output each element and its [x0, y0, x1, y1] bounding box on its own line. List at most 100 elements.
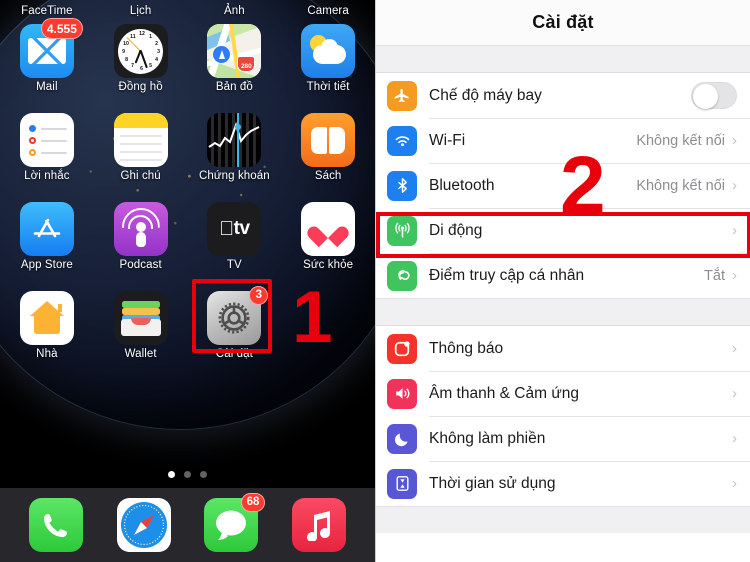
- app-row-2: Lời nhắc Ghi chú Chứng khoán Sách: [0, 113, 375, 182]
- phone-icon[interactable]: [28, 498, 83, 552]
- iphone-home-screen: FaceTime Lịch Ảnh Camera 4.555 Mail 12 1…: [0, 0, 375, 562]
- settings-row-label: Âm thanh & Cảm ứng: [429, 384, 579, 402]
- chevron-right-icon: ›: [732, 132, 737, 149]
- settings-row-airplane-mode[interactable]: Chế độ máy bay: [376, 73, 750, 118]
- page-dot-2[interactable]: [184, 471, 191, 478]
- do-not-disturb-moon-icon: [387, 423, 417, 454]
- app-cell-health[interactable]: Sức khỏe: [281, 202, 375, 271]
- tv-wordmark: tv: [226, 218, 250, 239]
- screenshot-root: FaceTime Lịch Ảnh Camera 4.555 Mail 12 1…: [0, 0, 750, 562]
- notes-icon-wrap[interactable]: [113, 113, 168, 167]
- settings-row-label: Bluetooth: [429, 176, 495, 194]
- app-cell-wallet[interactable]: Wallet: [94, 291, 188, 360]
- music-note-icon[interactable]: [292, 498, 347, 552]
- podcasts-icon-wrap[interactable]: [113, 202, 168, 256]
- dock-phone-wrap[interactable]: [28, 498, 83, 552]
- page-title: Cài đặt: [532, 12, 594, 32]
- settings-row-personal-hotspot[interactable]: Điểm truy cập cá nhân Tắt ›: [376, 253, 750, 298]
- app-label-books: Sách: [314, 170, 342, 182]
- podcasts-icon[interactable]: [113, 202, 168, 256]
- chevron-right-icon: ›: [732, 475, 737, 492]
- home-icon[interactable]: [19, 291, 74, 345]
- maps-icon[interactable]: 280: [207, 24, 262, 78]
- settings-row-label: Di động: [429, 221, 483, 239]
- app-cell: Lịch: [94, 2, 188, 17]
- settings-row-bluetooth[interactable]: Bluetooth Không kết nối ›: [376, 163, 750, 208]
- reminders-icon[interactable]: [19, 113, 74, 167]
- chevron-right-icon: ›: [732, 177, 737, 194]
- cellular-antenna-icon: [387, 215, 417, 246]
- app-cell-books[interactable]: Sách: [281, 113, 375, 182]
- page-dot-3[interactable]: [200, 471, 207, 478]
- page-dot-1[interactable]: [168, 471, 175, 478]
- health-icon[interactable]: [301, 202, 356, 256]
- airplane-icon: [387, 80, 417, 111]
- cut-off-app-row-labels: FaceTime Lịch Ảnh Camera: [0, 2, 375, 17]
- mail-icon-wrap[interactable]: 4.555: [19, 18, 83, 78]
- mail-badge: 4.555: [40, 18, 83, 39]
- settings-row-value: Tắt: [704, 267, 725, 284]
- wallet-icon-wrap[interactable]: [113, 291, 168, 345]
- app-cell-notes[interactable]: Ghi chú: [94, 113, 188, 182]
- dock-music-wrap[interactable]: [292, 498, 347, 552]
- settings-group-notifications: Thông báo › Âm thanh & Cảm ứng › Không l…: [376, 326, 750, 506]
- app-cell-podcasts[interactable]: Podcast: [94, 202, 188, 271]
- weather-icon[interactable]: [301, 24, 356, 78]
- settings-row-notifications[interactable]: Thông báo ›: [376, 326, 750, 371]
- app-label-stocks: Chứng khoán: [198, 170, 270, 182]
- app-label-podcasts: Podcast: [119, 259, 162, 271]
- notes-icon[interactable]: [113, 113, 168, 167]
- airplane-mode-toggle[interactable]: [691, 82, 737, 109]
- dock-safari-wrap[interactable]: [116, 498, 171, 552]
- maps-icon-wrap[interactable]: 280: [207, 24, 262, 78]
- weather-icon-wrap[interactable]: [301, 24, 356, 78]
- settings-row-wifi[interactable]: Wi-Fi Không kết nối ›: [376, 118, 750, 163]
- app-cell-tv[interactable]: tv TV: [188, 202, 282, 271]
- chevron-right-icon: ›: [732, 267, 737, 284]
- settings-row-sounds-haptics[interactable]: Âm thanh & Cảm ứng ›: [376, 371, 750, 416]
- safari-compass-icon[interactable]: [116, 498, 171, 552]
- books-icon[interactable]: [301, 113, 356, 167]
- settings-nav-bar: Cài đặt: [376, 0, 750, 46]
- toggle-knob: [693, 84, 718, 109]
- app-cell-settings[interactable]: 3 Cài đặt: [188, 286, 282, 360]
- page-dots[interactable]: [0, 471, 375, 478]
- app-cell-app-store[interactable]: App Store: [0, 202, 94, 271]
- clock-icon-wrap[interactable]: 12 1 2 3 4 5 6 7 8 9 10 11: [113, 24, 168, 78]
- tv-icon[interactable]: tv: [207, 202, 262, 256]
- app-label-home: Nhà: [36, 348, 58, 360]
- app-store-icon-wrap[interactable]: [19, 202, 74, 256]
- app-cell: Ảnh: [188, 2, 282, 17]
- group-spacer-top: [376, 46, 750, 73]
- app-cell-stocks[interactable]: Chứng khoán: [188, 113, 282, 182]
- app-label-weather: Thời tiết: [306, 81, 350, 93]
- app-label-app-store: App Store: [20, 259, 73, 271]
- app-store-icon[interactable]: [19, 202, 74, 256]
- dock: 68: [0, 488, 375, 562]
- app-cell-mail[interactable]: 4.555 Mail: [0, 18, 94, 93]
- app-label-clock: Đồng hồ: [118, 81, 163, 93]
- settings-icon-wrap[interactable]: 3: [207, 286, 269, 345]
- books-icon-wrap[interactable]: [301, 113, 356, 167]
- settings-row-label: Không làm phiền: [429, 429, 546, 447]
- wallet-icon[interactable]: [113, 291, 168, 345]
- app-label-wallet: Wallet: [124, 348, 157, 360]
- settings-row-do-not-disturb[interactable]: Không làm phiền ›: [376, 416, 750, 461]
- app-cell-clock[interactable]: 12 1 2 3 4 5 6 7 8 9 10 11 Đồng hồ: [94, 24, 188, 93]
- app-cell-reminders[interactable]: Lời nhắc: [0, 113, 94, 182]
- dock-messages-wrap[interactable]: 68: [204, 493, 266, 552]
- stocks-icon[interactable]: [207, 113, 262, 167]
- reminders-icon-wrap[interactable]: [19, 113, 74, 167]
- clock-icon[interactable]: 12 1 2 3 4 5 6 7 8 9 10 11: [113, 24, 168, 78]
- tv-icon-wrap[interactable]: tv: [207, 202, 262, 256]
- app-cell-weather[interactable]: Thời tiết: [281, 24, 375, 93]
- health-icon-wrap[interactable]: [301, 202, 356, 256]
- settings-row-screen-time[interactable]: Thời gian sử dụng ›: [376, 461, 750, 506]
- app-cell-home[interactable]: Nhà: [0, 291, 94, 360]
- settings-app-screen: Cài đặt Chế độ máy bay Wi-Fi Không kết n…: [375, 0, 750, 562]
- settings-row-cellular[interactable]: Di động ›: [376, 208, 750, 253]
- settings-row-label: Điểm truy cập cá nhân: [429, 266, 585, 284]
- app-cell-maps[interactable]: 280 Bản đồ: [188, 24, 282, 93]
- stocks-icon-wrap[interactable]: [207, 113, 262, 167]
- home-app-icon-wrap[interactable]: [19, 291, 74, 345]
